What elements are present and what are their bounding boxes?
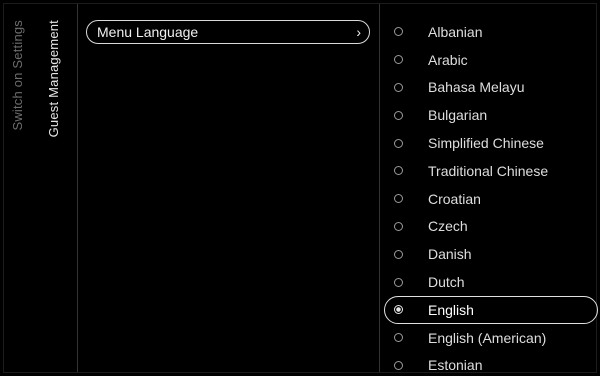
language-option[interactable]: Bahasa Melayu bbox=[384, 74, 598, 102]
language-label: English (American) bbox=[428, 329, 547, 346]
column-divider-right bbox=[379, 4, 380, 372]
radio-button-icon bbox=[394, 82, 403, 92]
breadcrumb-parent[interactable]: Switch on Settings bbox=[10, 20, 25, 131]
language-label: Arabic bbox=[428, 51, 468, 68]
language-option[interactable]: Simplified Chinese bbox=[384, 129, 598, 157]
language-option[interactable]: Traditional Chinese bbox=[384, 157, 598, 185]
language-label: Estonian bbox=[428, 357, 483, 374]
language-option[interactable]: Czech bbox=[384, 213, 598, 241]
language-option-selected[interactable]: English bbox=[384, 295, 598, 324]
language-list: Albanian Arabic Bahasa Melayu Bulgarian … bbox=[384, 18, 598, 376]
radio-button-icon bbox=[394, 110, 403, 120]
radio-button-icon bbox=[394, 249, 403, 259]
radio-button-icon bbox=[394, 277, 403, 287]
radio-button-icon bbox=[394, 221, 403, 231]
language-option[interactable]: Albanian bbox=[384, 18, 598, 46]
language-label: English bbox=[428, 301, 474, 318]
language-label: Bahasa Melayu bbox=[428, 79, 525, 96]
language-label: Dutch bbox=[428, 274, 465, 291]
language-option[interactable]: Croatian bbox=[384, 185, 598, 213]
chevron-right-icon: › bbox=[356, 24, 361, 40]
radio-button-checked-icon bbox=[394, 305, 403, 315]
column-divider-left bbox=[77, 4, 78, 372]
language-label: Bulgarian bbox=[428, 107, 488, 124]
language-label: Simplified Chinese bbox=[428, 135, 544, 152]
language-option[interactable]: Danish bbox=[384, 240, 598, 268]
language-label: Traditional Chinese bbox=[428, 162, 549, 179]
breadcrumb-current[interactable]: Guest Management bbox=[46, 20, 61, 137]
radio-button-icon bbox=[394, 166, 403, 176]
radio-button-icon bbox=[394, 138, 403, 148]
radio-button-icon bbox=[394, 27, 403, 37]
radio-button-icon bbox=[394, 55, 403, 65]
breadcrumb: Switch on Settings Guest Management bbox=[4, 4, 76, 372]
menu-language-item[interactable]: Menu Language › bbox=[86, 20, 370, 44]
menu-language-label: Menu Language bbox=[97, 24, 199, 40]
language-label: Croatian bbox=[428, 190, 481, 207]
settings-screen: Switch on Settings Guest Management Menu… bbox=[0, 0, 600, 376]
radio-button-icon bbox=[394, 333, 403, 343]
radio-button-icon bbox=[394, 360, 403, 370]
language-option[interactable]: Estonian bbox=[384, 352, 598, 376]
radio-button-icon bbox=[394, 194, 403, 204]
language-option[interactable]: English (American) bbox=[384, 324, 598, 352]
language-option[interactable]: Dutch bbox=[384, 268, 598, 296]
language-option[interactable]: Arabic bbox=[384, 46, 598, 74]
language-label: Albanian bbox=[428, 23, 483, 40]
language-label: Danish bbox=[428, 246, 472, 263]
language-option[interactable]: Bulgarian bbox=[384, 101, 598, 129]
language-label: Czech bbox=[428, 218, 468, 235]
